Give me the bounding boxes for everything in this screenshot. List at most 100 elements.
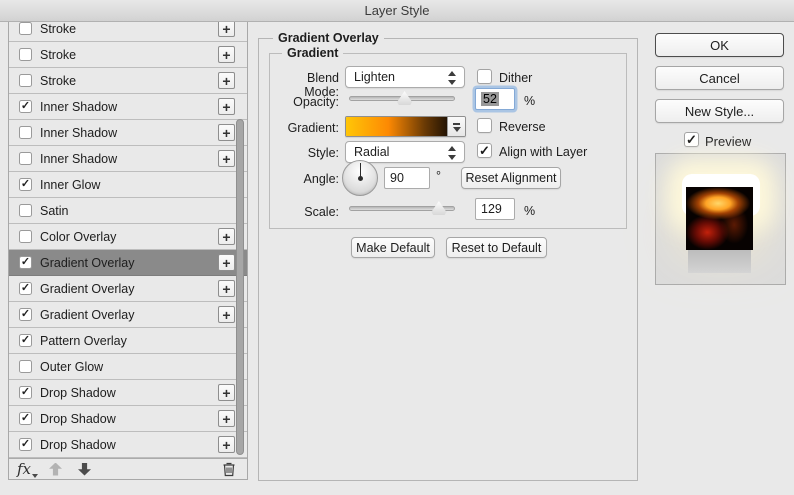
effect-list-item[interactable]: Color Overlay + <box>9 224 247 250</box>
reset-to-default-button[interactable]: Reset to Default <box>446 237 547 258</box>
gradient-control <box>345 116 466 137</box>
effect-list-item[interactable]: ✓ Drop Shadow + <box>9 406 247 432</box>
cancel-button[interactable]: Cancel <box>655 66 784 90</box>
effect-list-item[interactable]: ✓ Pattern Overlay <box>9 328 247 354</box>
chevron-down-icon <box>453 127 461 132</box>
effect-enabled-checkbox[interactable]: ✓ <box>19 386 32 399</box>
add-effect-instance-button[interactable]: + <box>218 384 235 401</box>
opacity-slider-thumb[interactable] <box>397 91 412 105</box>
effect-enabled-checkbox[interactable] <box>19 126 32 139</box>
scale-value: 129 <box>481 202 502 216</box>
stepper-arrows-icon <box>448 146 457 160</box>
gradient-picker-button[interactable] <box>447 117 465 136</box>
move-effect-up-icon[interactable] <box>49 463 62 476</box>
trash-icon <box>221 461 237 477</box>
add-effect-instance-button[interactable]: + <box>218 306 235 323</box>
add-effect-instance-button[interactable]: + <box>218 228 235 245</box>
angle-field[interactable]: 90 <box>384 167 430 189</box>
effect-enabled-checkbox[interactable] <box>19 48 32 61</box>
effect-label: Stroke <box>40 48 218 62</box>
gradient-picker-icon <box>453 123 460 125</box>
dither-checkbox[interactable] <box>477 69 492 84</box>
add-effect-instance-button[interactable]: + <box>218 280 235 297</box>
effect-label: Gradient Overlay <box>40 308 218 322</box>
opacity-slider[interactable] <box>349 96 455 101</box>
effect-list-item[interactable]: Inner Shadow + <box>9 146 247 172</box>
effect-label: Inner Glow <box>40 178 235 192</box>
effect-enabled-checkbox[interactable]: ✓ <box>19 178 32 191</box>
effect-label: Gradient Overlay <box>40 282 218 296</box>
title-bar[interactable]: Layer Style <box>0 0 794 22</box>
plus-icon: + <box>222 308 230 322</box>
delete-effect-button[interactable] <box>221 461 237 477</box>
add-effect-instance-button[interactable]: + <box>218 124 235 141</box>
angle-unit: ° <box>436 169 441 183</box>
effect-enabled-checkbox[interactable]: ✓ <box>19 334 32 347</box>
effect-list-item[interactable]: ✓ Inner Shadow + <box>9 94 247 120</box>
add-effect-instance-button[interactable]: + <box>218 46 235 63</box>
effect-list-item[interactable]: ✓ Gradient Overlay + <box>9 302 247 328</box>
scrollbar-thumb[interactable] <box>236 119 244 455</box>
effect-list-item[interactable]: ✓ Drop Shadow + <box>9 380 247 406</box>
effect-label: Stroke <box>40 22 218 36</box>
effect-enabled-checkbox[interactable]: ✓ <box>19 100 32 113</box>
effect-enabled-checkbox[interactable] <box>19 230 32 243</box>
effect-enabled-checkbox[interactable]: ✓ <box>19 438 32 451</box>
scale-slider[interactable] <box>349 206 455 211</box>
opacity-unit: % <box>524 94 535 108</box>
angle-hub-icon <box>358 176 363 181</box>
add-effect-instance-button[interactable]: + <box>218 410 235 427</box>
gradient-label: Gradient: <box>270 121 339 135</box>
effect-label: Drop Shadow <box>40 412 218 426</box>
effect-list-item[interactable]: Inner Shadow + <box>9 120 247 146</box>
effect-list-item[interactable]: Stroke + <box>9 22 247 42</box>
effects-scrollbar[interactable] <box>236 22 245 459</box>
add-effect-instance-button[interactable]: + <box>218 98 235 115</box>
opacity-field[interactable]: 52 <box>475 88 515 110</box>
effects-toolbar: fx <box>9 458 247 479</box>
add-effect-instance-button[interactable]: + <box>218 254 235 271</box>
ok-button[interactable]: OK <box>655 33 784 57</box>
add-effect-instance-button[interactable]: + <box>218 436 235 453</box>
effect-list-item[interactable]: Stroke + <box>9 42 247 68</box>
effect-enabled-checkbox[interactable] <box>19 74 32 87</box>
effect-list-item[interactable]: ✓ Gradient Overlay + <box>9 276 247 302</box>
make-default-button[interactable]: Make Default <box>351 237 435 258</box>
blend-mode-select[interactable]: Lighten <box>345 66 465 88</box>
fx-menu-button[interactable]: fx <box>17 462 31 477</box>
new-style-button[interactable]: New Style... <box>655 99 784 123</box>
scale-slider-thumb[interactable] <box>431 201 446 215</box>
opacity-label: Opacity: <box>270 95 339 109</box>
effect-enabled-checkbox[interactable]: ✓ <box>19 282 32 295</box>
effect-label: Stroke <box>40 74 218 88</box>
scale-field[interactable]: 129 <box>475 198 515 220</box>
add-effect-instance-button[interactable]: + <box>218 22 235 37</box>
style-value: Radial <box>354 145 389 159</box>
effect-list-item[interactable]: ✓ Gradient Overlay + <box>9 250 247 276</box>
effect-enabled-checkbox[interactable] <box>19 22 32 35</box>
reset-alignment-button[interactable]: Reset Alignment <box>461 167 561 189</box>
effect-list-item[interactable]: Stroke + <box>9 68 247 94</box>
plus-icon: + <box>222 438 230 452</box>
effect-list-item[interactable]: ✓ Drop Shadow + <box>9 432 247 458</box>
effect-enabled-checkbox[interactable] <box>19 152 32 165</box>
reverse-checkbox[interactable] <box>477 118 492 133</box>
effect-label: Drop Shadow <box>40 386 218 400</box>
window-title: Layer Style <box>364 3 429 18</box>
effect-enabled-checkbox[interactable]: ✓ <box>19 256 32 269</box>
effect-enabled-checkbox[interactable]: ✓ <box>19 412 32 425</box>
effect-enabled-checkbox[interactable] <box>19 360 32 373</box>
effect-list-item[interactable]: Satin <box>9 198 247 224</box>
angle-dial[interactable] <box>342 160 378 196</box>
plus-icon: + <box>222 152 230 166</box>
effect-list-item[interactable]: ✓ Inner Glow <box>9 172 247 198</box>
effect-list-item[interactable]: Outer Glow <box>9 354 247 380</box>
effect-enabled-checkbox[interactable]: ✓ <box>19 308 32 321</box>
preview-checkbox[interactable]: ✓ <box>684 132 699 147</box>
add-effect-instance-button[interactable]: + <box>218 72 235 89</box>
effect-enabled-checkbox[interactable] <box>19 204 32 217</box>
move-effect-down-icon[interactable] <box>78 463 91 476</box>
gradient-swatch[interactable] <box>346 117 447 136</box>
add-effect-instance-button[interactable]: + <box>218 150 235 167</box>
align-with-layer-checkbox[interactable]: ✓ <box>477 143 492 158</box>
